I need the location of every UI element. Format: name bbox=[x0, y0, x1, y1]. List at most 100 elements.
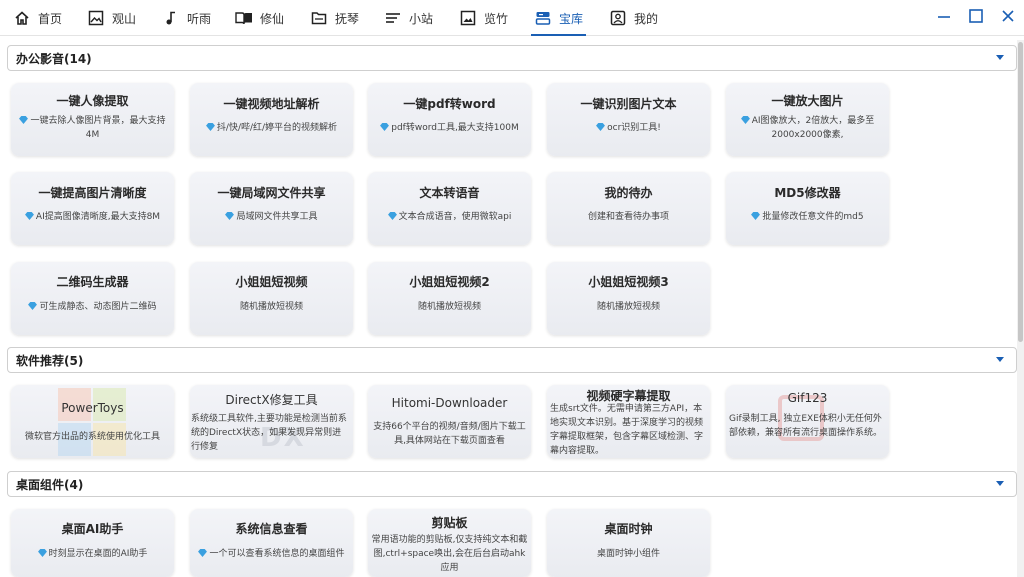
card-desc: 时刻显示在桌面的AI助手 bbox=[48, 549, 148, 559]
section-title: 软件推荐(5) bbox=[16, 353, 84, 368]
nav-item-guanshan[interactable]: 观山 bbox=[87, 0, 136, 36]
card-desc-wrap: 局域网文件共享工具 bbox=[196, 210, 347, 224]
card-desc: 系统级工具软件,主要功能是检测当前系统的DirectX状态，如果发现异常则进行修… bbox=[191, 414, 347, 452]
section-header-software[interactable]: 软件推荐(5) bbox=[7, 347, 1017, 373]
software-card-powertoys[interactable]: PowerToys 微软官方出品的系统使用优化工具 bbox=[11, 385, 174, 458]
home-icon bbox=[13, 9, 31, 27]
chevron-down-icon bbox=[996, 55, 1004, 60]
nav-item-tingyu[interactable]: 听雨 bbox=[162, 0, 211, 36]
card-title: Hitomi-Downloader bbox=[391, 396, 508, 410]
card-desc-wrap: 时刻显示在桌面的AI助手 bbox=[17, 547, 168, 561]
tool-card-video-parse[interactable]: 一键视频地址解析 抖/快/哔/红/婷平台的视频解析 bbox=[190, 83, 353, 156]
card-title: 一键局域网文件共享 bbox=[217, 186, 326, 200]
section-header-desktop[interactable]: 桌面组件(4) bbox=[7, 471, 1017, 497]
card-title: 剪贴板 bbox=[431, 516, 468, 530]
nav-item-mine[interactable]: 我的 bbox=[609, 0, 658, 36]
widget-card-clipboard[interactable]: 剪贴板 常用语功能的剪贴板,仅支持纯文本和截图,ctrl+space唤出,会在后… bbox=[368, 509, 531, 577]
section-title: 桌面组件(4) bbox=[16, 477, 84, 492]
card-desc-wrap: 批量修改任意文件的md5 bbox=[732, 210, 883, 224]
software-card-directx[interactable]: DX DirectX修复工具 系统级工具软件,主要功能是检测当前系统的Direc… bbox=[190, 385, 353, 458]
tool-card-md5[interactable]: MD5修改器 批量修改任意文件的md5 bbox=[726, 172, 889, 245]
card-desc-wrap: 一键去除人像图片背景，最大支持4M bbox=[17, 114, 168, 142]
maximize-icon bbox=[968, 8, 984, 28]
nav-item-xiaozhan[interactable]: 小站 bbox=[384, 0, 433, 36]
card-desc-wrap: 可生成静态、动态图片二维码 bbox=[17, 300, 168, 314]
card-desc: pdf转word工具,最大支持100M bbox=[391, 123, 519, 133]
card-title: 一键视频地址解析 bbox=[223, 97, 320, 111]
tool-card-portrait-extract[interactable]: 一键人像提取 一键去除人像图片背景，最大支持4M bbox=[11, 83, 174, 156]
nav-item-baoku[interactable]: 宝库 bbox=[530, 0, 587, 36]
card-title: 小姐姐短视频2 bbox=[409, 275, 490, 289]
maximize-button[interactable] bbox=[964, 6, 988, 30]
card-title: 一键识别图片文本 bbox=[580, 97, 677, 111]
tool-card-short-video-3[interactable]: 小姐姐短视频3 随机播放短视频 bbox=[547, 262, 710, 335]
minimize-button[interactable] bbox=[932, 6, 956, 30]
diamond-icon bbox=[225, 212, 235, 220]
tool-card-lan-share[interactable]: 一键局域网文件共享 局域网文件共享工具 bbox=[190, 172, 353, 245]
card-title: 小姐姐短视频3 bbox=[588, 275, 669, 289]
card-desc: 随机播放短视频 bbox=[596, 302, 660, 312]
widget-card-ai-assistant[interactable]: 桌面AI助手 时刻显示在桌面的AI助手 bbox=[11, 509, 174, 577]
tool-card-pdf-word[interactable]: 一键pdf转word pdf转word工具,最大支持100M bbox=[368, 83, 531, 156]
close-button[interactable] bbox=[996, 6, 1020, 30]
menu-lines-icon bbox=[384, 9, 402, 27]
card-title: 一键pdf转word bbox=[403, 97, 496, 111]
software-card-gif123[interactable]: Gif123 Gif录制工具, 独立EXE体积小无任何外部依赖，兼容所有流行桌面… bbox=[726, 385, 889, 458]
nav-label: 小站 bbox=[409, 11, 434, 26]
card-desc: 创建和查看待办事项 bbox=[587, 212, 669, 222]
scrollbar-thumb[interactable] bbox=[1018, 42, 1023, 342]
tool-card-tts[interactable]: 文本转语音 文本合成语音，使用微软api bbox=[368, 172, 531, 245]
tool-card-short-video-1[interactable]: 小姐姐短视频 随机播放短视频 bbox=[190, 262, 353, 335]
diamond-icon bbox=[596, 123, 606, 131]
software-card-hitomi[interactable]: Hitomi-Downloader 支持66个平台的视频/音频/图片下载工具,具… bbox=[368, 385, 531, 458]
card-desc: 一键去除人像图片背景，最大支持4M bbox=[30, 116, 166, 140]
card-desc: AI图像放大，2倍放大，最多至2000x2000像素, bbox=[751, 116, 875, 140]
nav-item-home[interactable]: 首页 bbox=[13, 0, 62, 36]
card-desc-wrap: pdf转word工具,最大支持100M bbox=[374, 121, 525, 135]
book-icon bbox=[235, 9, 253, 27]
card-title: 我的待办 bbox=[604, 186, 653, 200]
nav-label: 听雨 bbox=[187, 11, 212, 26]
card-title: DirectX修复工具 bbox=[225, 393, 318, 407]
picture-icon bbox=[459, 9, 477, 27]
widget-card-clock[interactable]: 桌面时钟 桌面时钟小组件 bbox=[547, 509, 710, 577]
card-desc: 一个可以查看系统信息的桌面组件 bbox=[209, 549, 345, 559]
card-desc: 常用语功能的剪贴板,仅支持纯文本和截图,ctrl+space唤出,会在后台启动a… bbox=[371, 535, 528, 573]
minimize-icon bbox=[936, 8, 952, 28]
card-desc: 支持66个平台的视频/音频/图片下载工具,具体网站在下载页面查看 bbox=[373, 422, 526, 446]
card-title: 桌面时钟 bbox=[604, 522, 653, 536]
card-desc-wrap: ocr识别工具! bbox=[553, 121, 704, 135]
card-desc: Gif录制工具, 独立EXE体积小无任何外部依赖，兼容所有流行桌面操作系统。 bbox=[729, 414, 883, 438]
chevron-down-icon bbox=[996, 357, 1004, 362]
card-desc: 局域网文件共享工具 bbox=[236, 212, 318, 222]
card-desc: 桌面时钟小组件 bbox=[596, 549, 660, 559]
diamond-icon bbox=[205, 123, 215, 131]
nav-label: 观山 bbox=[112, 11, 137, 26]
card-desc: 批量修改任意文件的md5 bbox=[762, 212, 864, 222]
card-desc-wrap: AI图像放大，2倍放大，最多至2000x2000像素, bbox=[740, 114, 875, 142]
tool-card-ocr[interactable]: 一键识别图片文本 ocr识别工具! bbox=[547, 83, 710, 156]
diamond-icon bbox=[198, 549, 208, 557]
card-title: 一键放大图片 bbox=[771, 94, 844, 108]
nav-label: 首页 bbox=[38, 11, 63, 26]
widget-card-system-info[interactable]: 系统信息查看 一个可以查看系统信息的桌面组件 bbox=[190, 509, 353, 577]
card-desc: AI提高图像清晰度,最大支持8M bbox=[35, 212, 161, 222]
card-desc: 文本合成语音，使用微软api bbox=[398, 212, 512, 222]
nav-label: 览竹 bbox=[484, 11, 509, 26]
tool-card-upscale[interactable]: 一键放大图片 AI图像放大，2倍放大，最多至2000x2000像素, bbox=[726, 83, 889, 156]
diamond-icon bbox=[37, 549, 47, 557]
nav-item-fuqin[interactable]: 抚琴 bbox=[310, 0, 359, 36]
tool-card-short-video-2[interactable]: 小姐姐短视频2 随机播放短视频 bbox=[368, 262, 531, 335]
nav-item-lanzhu[interactable]: 览竹 bbox=[459, 0, 508, 36]
card-title: 一键人像提取 bbox=[56, 94, 129, 108]
tool-card-sharpen[interactable]: 一键提高图片清晰度 AI提高图像清晰度,最大支持8M bbox=[11, 172, 174, 245]
nav-item-xiuxian[interactable]: 修仙 bbox=[235, 0, 284, 36]
section-header-office[interactable]: 办公影音(14) bbox=[7, 45, 1017, 71]
tool-card-qrcode[interactable]: 二维码生成器 可生成静态、动态图片二维码 bbox=[11, 262, 174, 335]
tool-card-todo[interactable]: 我的待办 创建和查看待办事项 bbox=[547, 172, 710, 245]
card-desc: 生成srt文件。无需申请第三方API，本地实现文本识别。基于深度学习的视频字幕提… bbox=[550, 404, 704, 456]
music-note-icon bbox=[162, 9, 180, 27]
card-title: 系统信息查看 bbox=[235, 522, 308, 536]
software-card-subtitle-extract[interactable]: 视频硬字幕提取 生成srt文件。无需申请第三方API，本地实现文本识别。基于深度… bbox=[547, 385, 710, 458]
diamond-icon bbox=[751, 212, 761, 220]
